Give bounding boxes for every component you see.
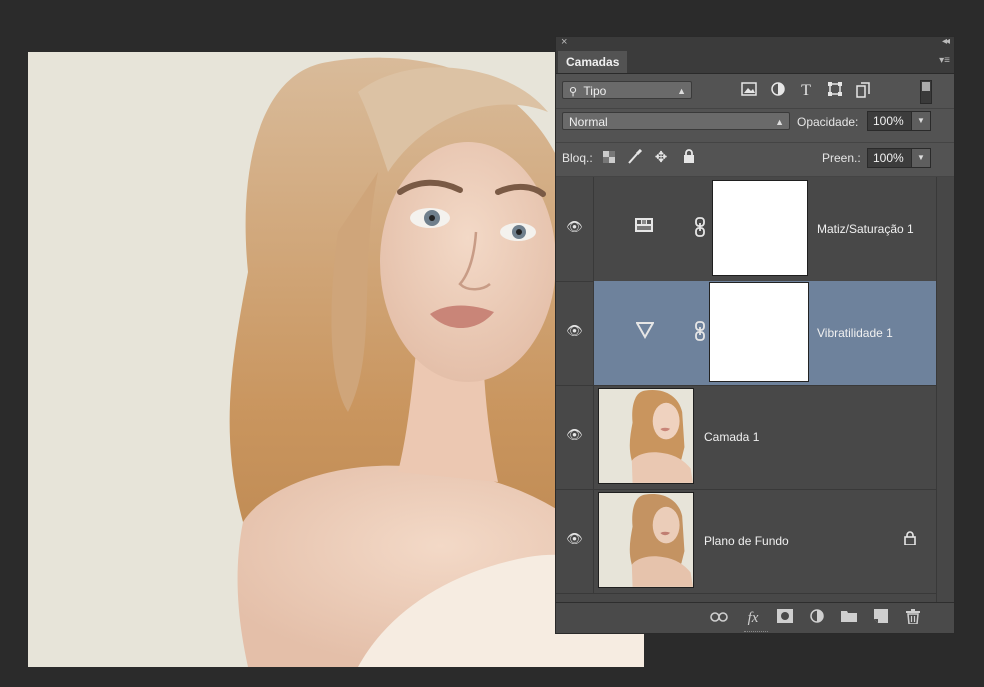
lock-image-pixels-icon[interactable] — [626, 148, 644, 167]
shape-filter-icon[interactable] — [826, 82, 844, 100]
lock-transparent-pixels-icon[interactable] — [600, 149, 618, 167]
layers-panel: × ◂◂ Camadas ▾≡ ⚲ Tipo ▲︎ T Normal ▲︎ Op… — [555, 36, 955, 634]
eye-icon[interactable]: 👁︎ — [566, 427, 583, 447]
link-icon[interactable] — [694, 321, 706, 341]
portrait-photo — [28, 52, 644, 667]
layer-thumbnail[interactable] — [598, 388, 694, 484]
layer-content[interactable]: Matiz/Saturação 1 — [594, 177, 938, 281]
eye-icon[interactable]: 👁︎ — [566, 531, 583, 551]
opacity-dropdown-icon[interactable]: ▼ — [911, 112, 930, 130]
updown-arrow-icon: ▲︎ — [677, 86, 686, 96]
visibility-toggle[interactable]: 👁︎ — [556, 489, 594, 593]
layer-name[interactable]: Plano de Fundo — [704, 534, 789, 548]
add-mask-icon[interactable] — [776, 609, 794, 627]
panel-resize-handle[interactable] — [744, 631, 768, 637]
layer-lock-icon — [904, 531, 918, 547]
eye-icon[interactable]: 👁︎ — [566, 219, 583, 239]
layers-list: 👁︎ Matiz/Saturação 1 👁︎ Vibratilidade 1 … — [556, 177, 938, 604]
layer-row-camada-1[interactable]: 👁︎ Camada 1 — [556, 385, 938, 490]
smart-object-filter-icon[interactable] — [854, 82, 872, 100]
lock-position-icon[interactable]: ✥ — [652, 149, 670, 167]
opacity-value: 100% — [873, 114, 904, 128]
lock-label: Bloq.: — [562, 151, 593, 165]
visibility-toggle[interactable]: 👁︎ — [556, 385, 594, 489]
updown-arrow-icon: ▲︎ — [775, 117, 784, 127]
tab-layers[interactable]: Camadas — [558, 51, 628, 73]
filter-kind-select[interactable]: ⚲ Tipo ▲︎ — [562, 81, 692, 99]
layer-row-background[interactable]: 👁︎ Plano de Fundo — [556, 489, 938, 594]
lock-row: Bloq.: ✥ Preen.: 100% ▼ — [556, 142, 954, 177]
layer-row-hue-saturation[interactable]: 👁︎ Matiz/Saturação 1 — [556, 177, 938, 282]
blend-row: Normal ▲︎ Opacidade: 100% ▼ — [556, 108, 954, 143]
layer-mask-thumbnail[interactable] — [709, 282, 809, 382]
fill-dropdown-icon[interactable]: ▼ — [911, 149, 930, 167]
layer-name[interactable]: Matiz/Saturação 1 — [817, 222, 914, 236]
layer-name[interactable]: Camada 1 — [704, 430, 759, 444]
visibility-toggle[interactable]: 👁︎ — [556, 281, 594, 385]
filter-toggle-switch[interactable] — [920, 80, 932, 104]
panel-titlebar: × ◂◂ — [556, 36, 954, 51]
filter-row: ⚲ Tipo ▲︎ T — [556, 74, 954, 109]
close-panel-icon[interactable]: × — [561, 36, 567, 48]
vibrance-icon — [635, 321, 656, 341]
blend-mode-value: Normal — [569, 115, 608, 129]
search-icon: ⚲ — [569, 86, 578, 98]
layer-thumbnail[interactable] — [598, 492, 694, 588]
fill-field[interactable]: 100% ▼ — [867, 148, 931, 168]
adjustment-filter-icon[interactable] — [769, 82, 787, 100]
blend-mode-select[interactable]: Normal ▲︎ — [562, 112, 790, 130]
hue-saturation-icon — [634, 217, 654, 237]
filter-kind-label: Tipo — [583, 84, 607, 98]
panel-tabbar: Camadas ▾≡ — [556, 51, 954, 74]
lock-all-icon[interactable] — [680, 149, 698, 167]
layer-content[interactable]: Vibratilidade 1 — [594, 281, 938, 385]
image-filter-icon[interactable] — [740, 82, 758, 100]
layer-content[interactable]: Plano de Fundo — [594, 489, 938, 593]
layer-content[interactable]: Camada 1 — [594, 385, 938, 489]
visibility-toggle[interactable]: 👁︎ — [556, 177, 594, 281]
layers-scrollbar[interactable] — [936, 177, 954, 604]
new-group-icon[interactable] — [840, 609, 858, 627]
fx-label: fx — [747, 610, 759, 626]
opacity-field[interactable]: 100% ▼ — [867, 111, 931, 131]
fill-value: 100% — [873, 151, 904, 165]
link-icon[interactable] — [694, 217, 706, 237]
type-filter-icon[interactable]: T — [797, 82, 815, 100]
collapse-panel-icon[interactable]: ◂◂ — [942, 36, 950, 47]
opacity-label: Opacidade: — [797, 115, 859, 129]
layer-mask-thumbnail[interactable] — [712, 180, 808, 276]
document-canvas[interactable] — [28, 52, 644, 667]
layer-name[interactable]: Vibratilidade 1 — [817, 326, 893, 340]
new-layer-icon[interactable] — [872, 609, 890, 627]
link-layers-icon[interactable] — [710, 609, 728, 627]
eye-icon[interactable]: 👁︎ — [566, 323, 583, 343]
fx-icon[interactable]: fx — [744, 609, 762, 627]
panel-menu-icon[interactable]: ▾≡ — [939, 55, 950, 66]
layer-row-vibrance[interactable]: 👁︎ Vibratilidade 1 — [556, 281, 938, 386]
panel-bottom-bar: fx — [556, 602, 954, 633]
fill-label: Preen.: — [822, 151, 861, 165]
new-adjustment-icon[interactable] — [808, 609, 826, 627]
trash-icon[interactable] — [904, 609, 922, 627]
